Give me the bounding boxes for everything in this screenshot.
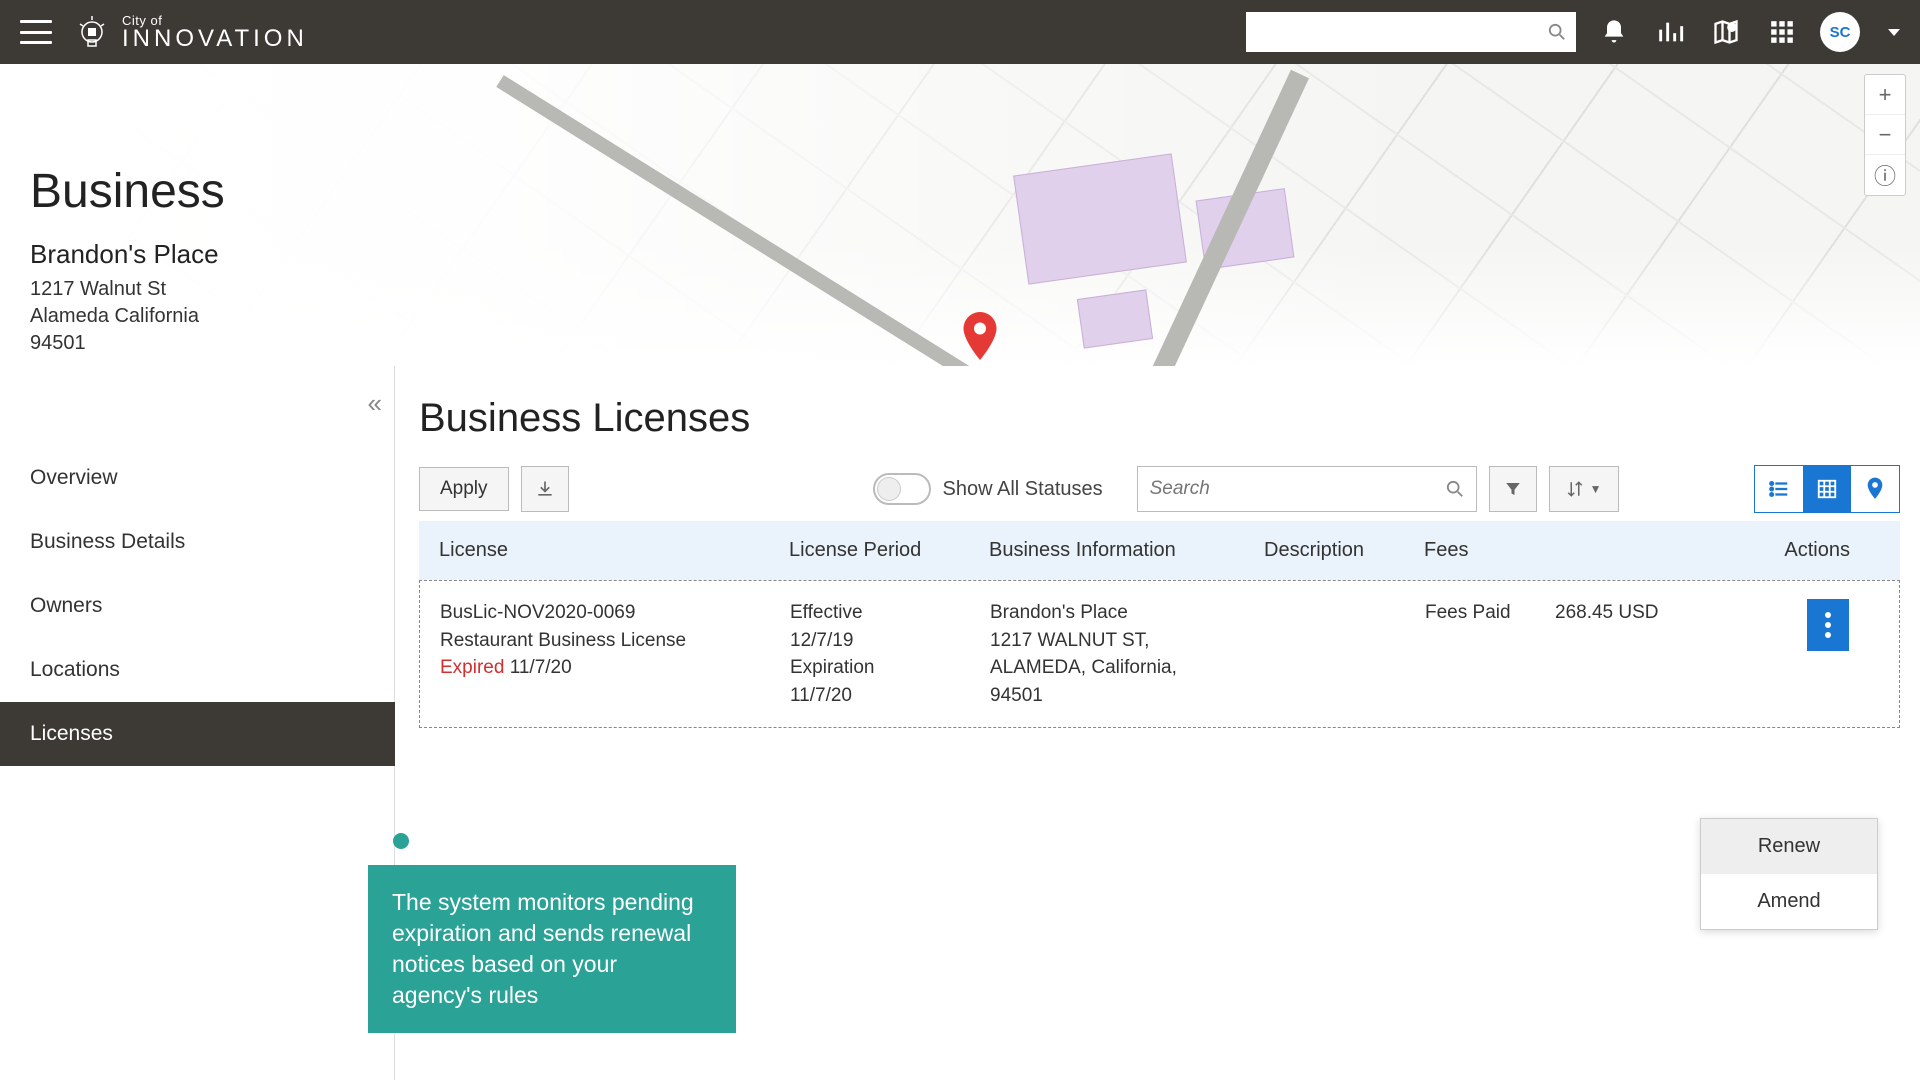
apply-button[interactable]: Apply [419,467,509,511]
sidebar-item-business-details[interactable]: Business Details [0,510,394,574]
col-actions: Actions [1714,539,1880,562]
action-renew[interactable]: Renew [1701,819,1877,874]
sort-button[interactable]: ▼ [1549,466,1619,512]
search-icon[interactable] [1548,23,1566,41]
search-icon[interactable] [1446,480,1464,498]
row-biz-zip: 94501 [990,682,1265,710]
sidebar: « Overview Business Details Owners Locat… [0,366,395,1080]
row-biz-addr2: ALAMEDA, California, [990,654,1265,682]
license-id: BusLic-NOV2020-0069 [440,599,790,627]
business-zip: 94501 [30,330,1920,357]
brand-title: INNOVATION [122,27,308,51]
row-amount: 268.45 USD [1555,599,1715,627]
expiration-date: 11/7/20 [790,682,990,710]
callout-anchor-dot [393,833,409,849]
table-header: License License Period Business Informat… [419,521,1900,580]
toolbar: Apply Show All Statuses ▼ [419,465,1900,513]
top-bar: City of INNOVATION SC [0,0,1920,64]
analytics-icon[interactable] [1652,14,1688,50]
sidebar-item-licenses[interactable]: Licenses [0,702,395,766]
row-actions-button[interactable] [1807,599,1849,651]
notifications-icon[interactable] [1596,14,1632,50]
user-menu-caret[interactable] [1888,29,1900,36]
col-period: License Period [789,539,989,562]
download-button[interactable] [521,466,569,512]
view-mode-group [1754,465,1900,513]
user-avatar[interactable]: SC [1820,12,1860,52]
sidebar-item-owners[interactable]: Owners [0,574,394,638]
expiration-label: Expiration [790,654,990,682]
row-biz-name: Brandon's Place [990,599,1265,627]
business-name: Brandon's Place [30,239,1920,270]
col-business-info: Business Information [989,539,1264,562]
table-search-input[interactable] [1150,478,1446,500]
global-search-input[interactable] [1256,23,1548,41]
brand-logo[interactable]: City of INNOVATION [72,12,308,52]
action-amend[interactable]: Amend [1701,874,1877,929]
kebab-icon [1825,612,1831,638]
map-icon[interactable] [1708,14,1744,50]
list-view-button[interactable] [1755,466,1803,512]
menu-button[interactable] [20,20,52,44]
license-status: Expired [440,657,504,678]
show-all-statuses-toggle[interactable] [873,473,931,505]
col-amount [1554,539,1714,562]
info-callout: The system monitors pending expiration a… [368,865,736,1033]
collapse-sidebar-button[interactable]: « [368,388,378,419]
global-search[interactable] [1246,12,1576,52]
row-action-menu: Renew Amend [1700,818,1878,930]
sidebar-item-overview[interactable]: Overview [0,446,394,510]
table-row[interactable]: BusLic-NOV2020-0069 Restaurant Business … [419,580,1900,728]
apps-icon[interactable] [1764,14,1800,50]
row-fees-status: Fees Paid [1425,599,1555,627]
toggle-label: Show All Statuses [943,478,1103,501]
map-hero: + − ⓘ Business Brandon's Place 1217 Waln… [0,64,1920,366]
page-title: Business Licenses [419,396,1900,441]
effective-date: 12/7/19 [790,627,990,655]
col-fees: Fees [1424,539,1554,562]
effective-label: Effective [790,599,990,627]
grid-view-button[interactable] [1803,466,1851,512]
filter-button[interactable] [1489,466,1537,512]
licenses-table: License License Period Business Informat… [419,521,1900,728]
business-address-line2: Alameda California [30,303,1920,330]
section-title: Business [30,164,1920,219]
row-biz-addr1: 1217 WALNUT ST, [990,627,1265,655]
sidebar-item-locations[interactable]: Locations [0,638,394,702]
license-status-date: 11/7/20 [510,657,572,678]
business-header: Business Brandon's Place 1217 Walnut St … [0,64,1920,366]
map-view-button[interactable] [1851,466,1899,512]
col-description: Description [1264,539,1424,562]
lightbulb-icon [72,12,112,52]
business-address-line1: 1217 Walnut St [30,276,1920,303]
table-search[interactable] [1137,466,1477,512]
main-content: « Overview Business Details Owners Locat… [0,366,1920,1080]
col-license: License [439,539,789,562]
license-type: Restaurant Business License [440,627,790,655]
